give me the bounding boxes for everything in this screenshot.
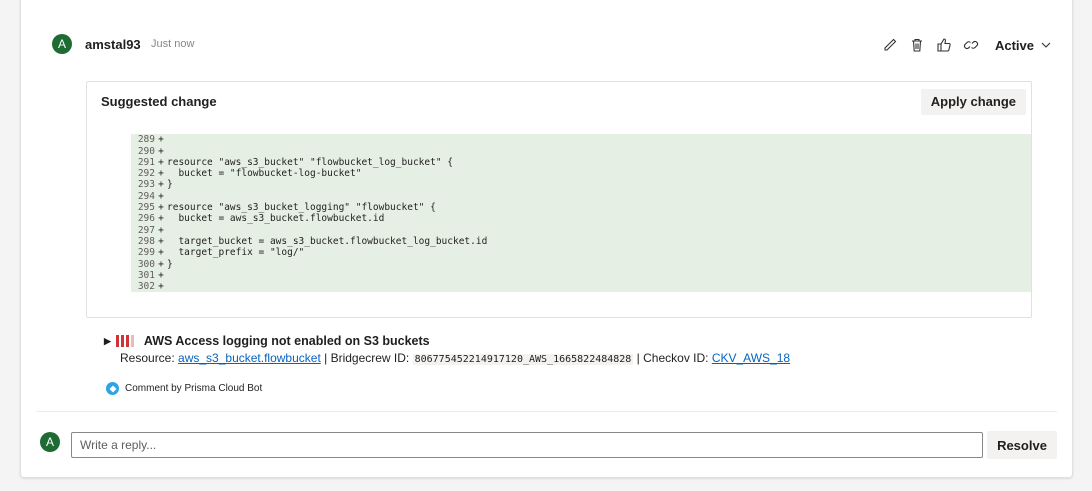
divider [36,411,1057,412]
new-line-number: 302 [137,281,155,293]
diff-added-line: 294 + [131,190,1031,203]
new-line-number: 292 [137,168,155,180]
diff-code: resource "aws_s3_bucket_logging" "flowbu… [167,202,436,214]
bot-attribution-text: Comment by Prisma Cloud Bot [125,383,263,394]
new-line-number: 294 [137,190,155,202]
new-line-number: 295 [137,202,155,214]
edit-icon[interactable] [881,36,899,54]
diff-sign: + [158,281,164,293]
new-line-number: 291 [137,156,155,168]
diff-sign: + [158,145,164,157]
diff-view: 288 288 } 289+290+291+resource "aws_s3_b… [87,123,1031,293]
diff-sign: + [158,258,164,270]
avatar[interactable]: A [52,34,72,54]
comment-header: A amstal93 Just now Active [52,33,1052,57]
comment-actions: Active [881,33,1052,57]
diff-added-line: 295 + resource "aws_s3_bucket_logging" "fl… [131,202,1031,214]
reply-row: A Resolve [40,431,1057,459]
status-dropdown[interactable]: Active [995,38,1052,53]
diff-code: bucket = aws_s3_bucket.flowbucket.id [167,213,385,225]
reply-input[interactable] [71,432,983,458]
resolve-button[interactable]: Resolve [987,431,1057,459]
diff-sign: + [158,269,164,281]
bot-attribution: Comment by Prisma Cloud Bot [106,382,262,395]
expand-triangle-icon[interactable]: ▶ [104,336,111,347]
diff-added-line: 299 + target_prefix = "log/" [131,247,1031,259]
diff-sign: + [158,235,164,247]
comment-thread-card: A amstal93 Just now Active Suggested cha… [20,0,1073,478]
diff-added-line: 291 + resource "aws_s3_bucket" "flowbucket… [131,156,1031,169]
diff-added-line: 292 + bucket = "flowbucket-log-bucket" [131,168,1031,180]
prisma-cloud-bot-icon [106,382,119,395]
diff-added-line: 298 + target_bucket = aws_s3_bucket.flowb… [131,235,1031,248]
bridgecrew-id: 806775452214917120_AWS_1665822484828 [412,354,634,365]
diff-sign: + [158,190,164,202]
diff-sign: + [158,224,164,236]
suggested-change-panel: Suggested change Apply change 288 288 } … [86,81,1032,318]
diff-sign: + [158,202,164,214]
finding-details: ▶ AWS Access logging not enabled on S3 b… [104,334,1052,365]
finding-title: AWS Access logging not enabled on S3 buc… [143,334,430,348]
resource-link[interactable]: aws_s3_bucket.flowbucket [178,351,321,365]
diff-added-line: 289 + [131,134,1031,146]
diff-sign: + [158,134,164,146]
like-icon[interactable] [935,36,953,54]
finding-title-row[interactable]: ▶ AWS Access logging not enabled on S3 b… [104,334,1052,348]
diff-added-lines: 289 +290 +291 + resource "aws_s3_bucket" "fl… [87,134,1031,293]
diff-added-line: 301 + [131,269,1031,282]
diff-sign: + [158,168,164,180]
diff-added-line: 290 + [131,145,1031,157]
diff-added-line: 293 +} [131,179,1031,191]
diff-sign: + [158,179,164,191]
diff-added-line: 302 + [131,281,1031,293]
avatar[interactable]: A [40,432,60,452]
comment-timestamp: Just now [151,38,195,50]
finding-meta: Resource: aws_s3_bucket.flowbucket | Bri… [120,351,791,365]
new-line-number: 293 [137,179,155,191]
severity-high-icon [115,335,136,347]
new-line-number: 301 [137,269,155,281]
diff-sign: + [158,156,164,168]
diff-code: target_prefix = "log/" [167,247,305,259]
diff-code: resource "aws_s3_bucket" "flowbucket_log… [167,156,453,168]
new-line-number: 299 [137,247,155,259]
new-line-number: 300 [137,258,155,270]
diff-context-line: 288 288 } [87,123,1031,179]
diff-added-line: 300 +} [131,258,1031,270]
diff-added-line: 296 + bucket = aws_s3_bucket.flowbucket.i… [131,213,1031,225]
apply-change-button[interactable]: Apply change [920,89,1026,115]
new-line-number: 298 [137,235,155,247]
status-label: Active [994,37,1034,53]
diff-code: bucket = "flowbucket-log-bucket" [167,168,362,180]
diff-code: target_bucket = aws_s3_bucket.flowbucket… [167,235,488,247]
diff-code: } [167,258,173,270]
new-line-number: 296 [137,213,155,225]
diff-code: } [167,179,173,191]
diff-added-line: 297 + [131,224,1031,236]
comment-author[interactable]: amstal93 [85,37,141,52]
link-icon[interactable] [962,36,980,54]
diff-sign: + [158,247,164,259]
suggested-change-title: Suggested change [101,94,217,109]
chevron-down-icon [1041,42,1051,48]
new-line-number: 290 [137,145,155,157]
diff-sign: + [158,213,164,225]
new-line-number: 297 [137,224,155,236]
new-line-number: 289 [137,134,155,146]
delete-icon[interactable] [908,36,926,54]
checkov-link[interactable]: CKV_AWS_18 [712,351,790,365]
